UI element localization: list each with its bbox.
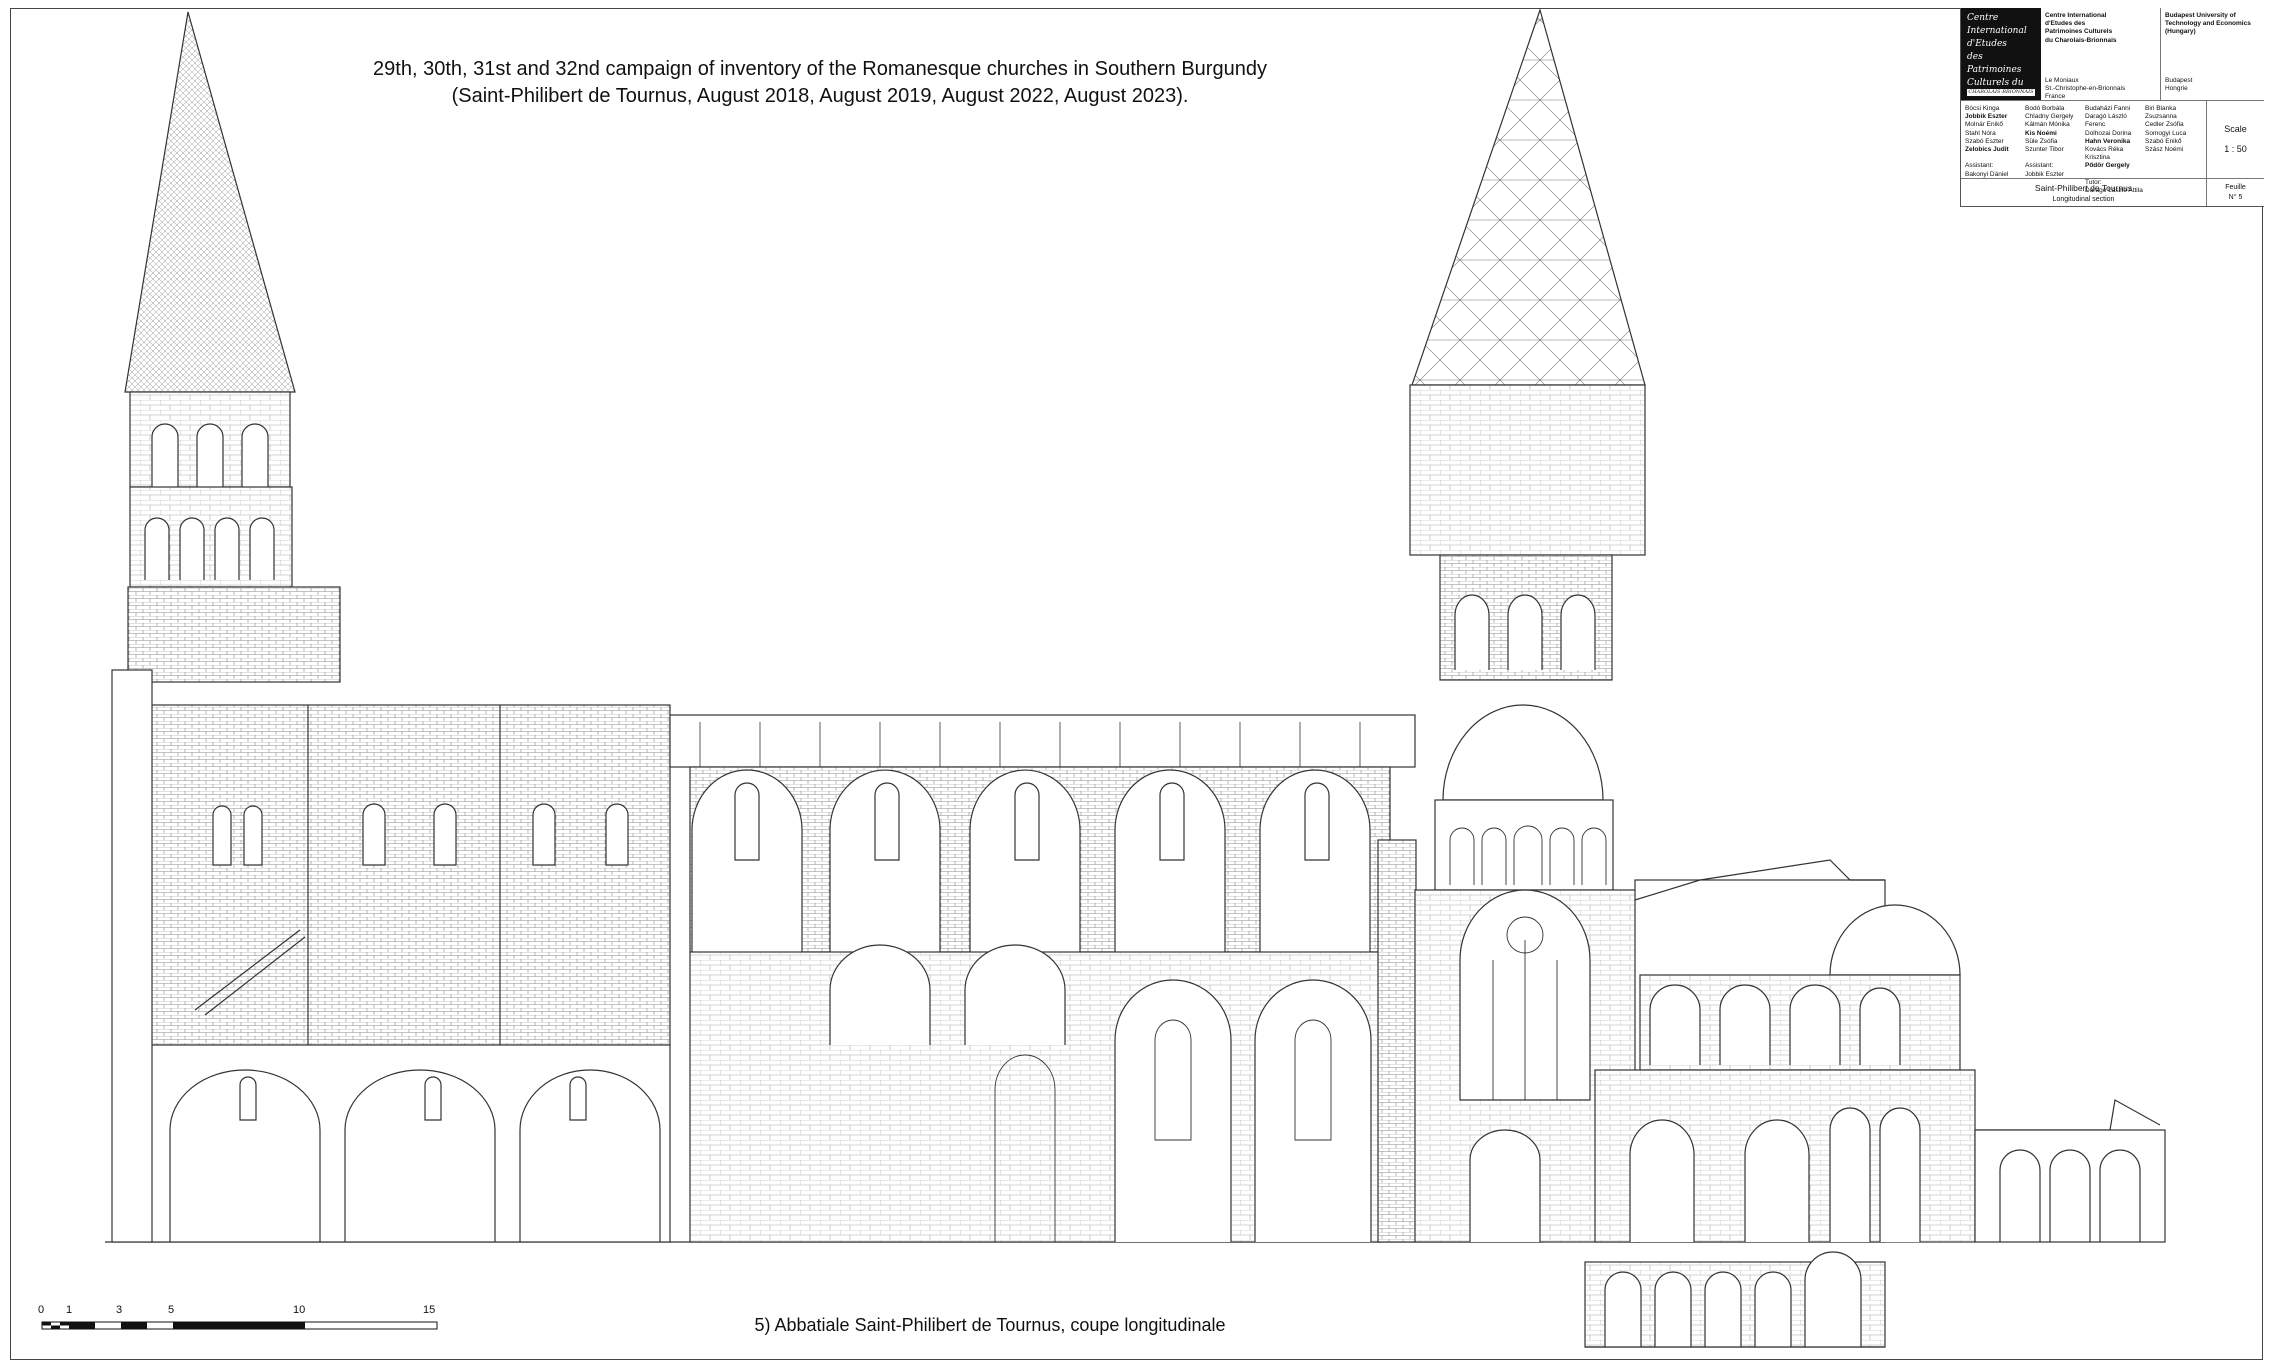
org-name: d'Etudes des: [2045, 20, 2086, 28]
heading-line-2: (Saint-Philibert de Tournus, August 2018…: [451, 85, 1189, 107]
title-block: Centre International d'Etudes des Patrim…: [1960, 8, 2264, 207]
org-name: (Hungary): [2165, 28, 2196, 36]
org-address: Budapest: [2165, 76, 2193, 84]
team-role: Assistant:: [1965, 162, 1994, 170]
feuille-label: Feuille: [2225, 184, 2246, 191]
team-member: Bócsi Kinga: [1965, 105, 2000, 112]
team-member: Szász Noémi: [2145, 146, 2184, 154]
feuille-number: N° 5: [2228, 194, 2243, 201]
team-member: Biri Blanka Zsuzsanna: [2145, 105, 2177, 121]
crossing-tower-spire-base: [1409, 384, 1646, 556]
team-member: Somogyi Luca: [2145, 129, 2187, 137]
nave-roof-band: [669, 714, 1416, 768]
crossing-tower-belfry-arcade: [1454, 594, 1596, 670]
logo-band: CHAROLAIS-BRIONNAIS: [1967, 89, 2035, 96]
team-member: Bodó Borbála: [2025, 105, 2065, 112]
sheet-title: Saint-Philibert de Tournus: [2034, 183, 2133, 193]
west-tower-upper-arcade: [151, 423, 269, 487]
graphic-scale-bar: [41, 1321, 438, 1330]
logo-text: International: [1967, 26, 2027, 36]
ambulatory-roof: [1975, 1099, 2161, 1131]
team-role: Assistant:: [2025, 162, 2054, 170]
team-member: Cedler Zsófia: [2145, 121, 2184, 129]
team-member: Jobbik Eszter: [1965, 113, 2008, 121]
team-column-2: Bodó Borbála Chladny Gergely Kálmán Móni…: [2025, 105, 2085, 179]
org-name: du Charolais-Brionnais: [2045, 36, 2117, 44]
team-member: Kis Noémi: [2025, 129, 2057, 137]
cecc-logo: Centre International d'Etudes des Patrim…: [1961, 8, 2041, 100]
ambulatory-wall: [1974, 1129, 2166, 1243]
narthex-lower-level: [149, 1044, 671, 1243]
team-member: Kovács Réka Krisztina: [2085, 146, 2124, 162]
org-name: Budapest University of: [2165, 12, 2236, 19]
crossing-drum: [1434, 799, 1614, 891]
sheet-subtitle: Longitudinal section: [2052, 196, 2115, 203]
org-name: Centre International: [2045, 12, 2107, 19]
team-member: Hahn Veronika: [2085, 137, 2131, 145]
narthex-upper-wall: [149, 704, 671, 1046]
nave-south-pier-mass: [1377, 839, 1417, 1243]
team-member: Szunter Tibor: [2025, 146, 2064, 154]
sheet-name-box: Saint-Philibert de Tournus Longitudinal …: [1961, 178, 2206, 206]
org-address: Le Moniaux: [2045, 76, 2079, 84]
logo-text: des Patrimoines: [1967, 52, 2022, 75]
scale-label: Scale: [2224, 124, 2247, 134]
crossing-dome: [1442, 704, 1604, 801]
sheet-number-box: Feuille N° 5: [2206, 178, 2264, 206]
scale-value: 1 : 50: [2224, 144, 2247, 154]
team-member: Szabó Eszter: [1965, 137, 2004, 145]
team-member: Szabó Enikő: [2145, 137, 2182, 145]
team-member: Pődör Gergely: [2085, 162, 2130, 170]
team-spacer: [1965, 154, 2025, 162]
west-tower-base: [127, 586, 341, 683]
west-front-wall: [111, 669, 153, 1243]
team-member: Dolhozai Dorina: [2085, 129, 2132, 137]
crossing-tower-spire: [1411, 7, 1646, 386]
west-tower-spire: [124, 11, 296, 393]
team-column-4: Biri Blanka Zsuzsanna Cedler Zsófia Somo…: [2145, 105, 2205, 154]
scale-box: Scale 1 : 50: [2206, 100, 2264, 178]
sheet-heading: 29th, 30th, 31st and 32nd campaign of in…: [300, 56, 1340, 110]
logo-text: d'Etudes: [1967, 39, 2007, 49]
team-member: Stahl Nóra: [1965, 129, 1996, 137]
logo-text: Centre: [1967, 13, 1999, 23]
team-member: Süle Zsófia: [2025, 137, 2058, 145]
team-member: Zelobics Judit: [1965, 146, 2009, 154]
org-address: Hongrie: [2165, 84, 2188, 92]
drawing-caption: 5) Abbatiale Saint-Philibert de Tournus,…: [754, 1315, 1226, 1335]
team-member: Budaházi Fanni: [2085, 105, 2131, 112]
team-member: Daragó László Ferenc: [2085, 113, 2127, 129]
org-address: St.-Christophe-en-Brionnais: [2045, 85, 2126, 93]
team-member: Chladny Gergely: [2025, 113, 2074, 121]
team-list: Bócsi Kinga Jobbik Eszter Molnár Enikő S…: [1961, 100, 2206, 194]
transept-lower-portal: [1469, 1129, 1541, 1242]
organization-bme: Budapest University of Technology and Ec…: [2161, 8, 2264, 100]
team-member: Kálmán Mónika: [2025, 121, 2070, 129]
longitudinal-section-drawing: [41, 7, 2166, 1348]
org-name: Technology and Economics: [2165, 20, 2251, 28]
drawing-sheet: 29th, 30th, 31st and 32nd campaign of in…: [0, 0, 2273, 1368]
team-member: Molnár Enikő: [1965, 121, 2003, 129]
heading-line-1: 29th, 30th, 31st and 32nd campaign of in…: [373, 58, 1267, 80]
organization-cecc: Centre International d'Etudes des Patrim…: [2041, 8, 2161, 100]
team-spacer: [2025, 154, 2085, 162]
team-column-1: Bócsi Kinga Jobbik Eszter Molnár Enikő S…: [1965, 105, 2025, 179]
org-name: Patrimoines Culturels: [2045, 28, 2113, 36]
